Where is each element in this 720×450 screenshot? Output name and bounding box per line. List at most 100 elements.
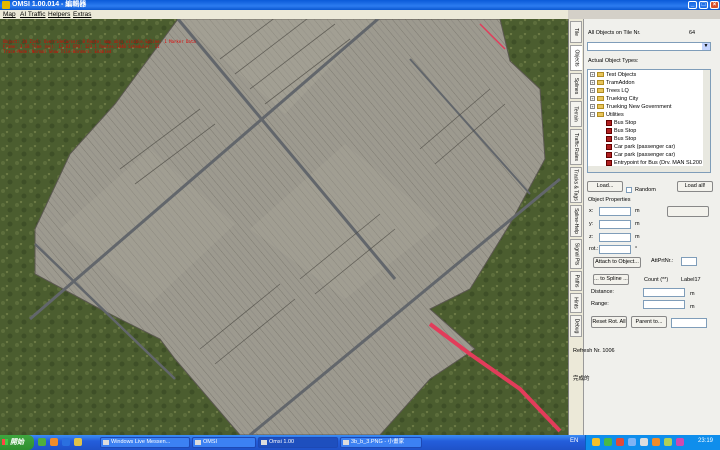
rot-label: rot.:: [589, 246, 599, 252]
y-input[interactable]: [599, 220, 631, 229]
menu-ai-traffic[interactable]: AI Traffic: [20, 10, 46, 19]
all-objects-label: All Objects on Tile Nr.: [588, 30, 641, 36]
tree-item[interactable]: Bus Stop: [606, 119, 636, 127]
explorer-icon[interactable]: [74, 438, 82, 446]
refresh-counter: Refresh Nr. 1006: [573, 348, 615, 354]
task-paint[interactable]: 3b_b_3.PNG - 小畫家: [340, 437, 422, 448]
tray-icon[interactable]: [664, 438, 672, 446]
tab-splines[interactable]: Splines: [570, 73, 582, 99]
menu-extras[interactable]: Extras: [73, 10, 91, 19]
random-checkbox[interactable]: [626, 187, 632, 193]
object-properties-label: Object Properties: [588, 197, 631, 203]
tile-object-count: 64: [689, 30, 696, 36]
debug-line: Trace-Mode: Normal Show Tile-Borders: En…: [3, 49, 112, 54]
load-all-button[interactable]: Load all!: [677, 181, 713, 192]
unit-label: m: [690, 304, 695, 310]
tab-spline-help[interactable]: Spline-Help: [570, 205, 582, 237]
tray-icon[interactable]: [604, 438, 612, 446]
folder-icon: [597, 80, 604, 86]
tab-hints[interactable]: Hints: [570, 293, 582, 313]
tree-item[interactable]: Bus Stop: [606, 135, 636, 143]
color-preview-button[interactable]: [667, 206, 709, 217]
clock[interactable]: 23:19: [698, 438, 713, 444]
map-viewport[interactable]: Object: 34 Ziel: OverrideCursor: 0 Route…: [0, 19, 568, 435]
to-spline-button[interactable]: ... to Spline ...: [593, 274, 629, 285]
tray-icon[interactable]: [616, 438, 624, 446]
att-prt-input[interactable]: [681, 257, 697, 266]
maximize-button[interactable]: □: [699, 1, 708, 9]
tree-item[interactable]: − Utilities: [590, 111, 624, 119]
distance-input[interactable]: [643, 288, 685, 297]
parent-to-button[interactable]: Parent to...: [631, 316, 667, 328]
tree-item[interactable]: Car park (passenger car): [606, 151, 675, 159]
chevron-down-icon[interactable]: ▼: [702, 43, 710, 50]
language-indicator[interactable]: EN: [570, 438, 578, 444]
tab-traffic-rules[interactable]: Traffic Rules: [570, 129, 582, 165]
messenger-icon: [103, 440, 109, 445]
x-input[interactable]: [599, 207, 631, 216]
tree-item[interactable]: + Trees LQ: [590, 87, 629, 95]
side-tab-strip: Tile Objects Splines Terrain Traffic Rul…: [569, 19, 584, 435]
objects-on-tile-dropdown[interactable]: ▼: [587, 42, 711, 51]
menu-helpers[interactable]: Helpers: [48, 10, 70, 19]
tree-vertical-scrollbar[interactable]: [703, 70, 710, 172]
att-prt-label: AttPrtNr.:: [651, 258, 674, 264]
folder-icon: [597, 72, 604, 78]
rot-input[interactable]: [599, 245, 631, 254]
omsi-app-icon: [2, 1, 10, 9]
start-button[interactable]: 開始: [0, 435, 34, 450]
desktop-icon[interactable]: [38, 438, 46, 446]
tray-icon[interactable]: [676, 438, 684, 446]
tab-signal-pts[interactable]: Signal Pts: [570, 239, 582, 269]
tree-item[interactable]: + Trueking City: [590, 95, 638, 103]
tray-icon[interactable]: [640, 438, 648, 446]
ie-icon[interactable]: [62, 438, 70, 446]
menu-bar: Map AI Traffic Helpers Extras: [0, 10, 568, 19]
bus-stop-icon: [606, 127, 612, 134]
status-done: 完成的: [573, 376, 590, 382]
object-type-tree[interactable]: + Test Objects + TramAddon + Trees LQ + True…: [587, 69, 711, 173]
tray-icon[interactable]: [628, 438, 636, 446]
unit-label: m: [635, 208, 640, 214]
firefox-icon[interactable]: [50, 438, 58, 446]
range-input[interactable]: [643, 300, 685, 309]
folder-icon: [195, 440, 201, 445]
minimize-button[interactable]: _: [688, 1, 697, 9]
bus-stop-icon: [606, 135, 612, 142]
task-omsi-editor[interactable]: Omsi 1.00: [258, 437, 338, 448]
load-button[interactable]: Load...: [587, 181, 623, 192]
label17: Label17: [681, 277, 701, 283]
parent-input[interactable]: [671, 318, 707, 328]
tree-item[interactable]: + Trueking New Government: [590, 103, 672, 111]
tree-item[interactable]: Bus Stop: [606, 127, 636, 135]
close-button[interactable]: ×: [710, 1, 719, 9]
range-label: Range:: [591, 301, 609, 307]
tab-tracks-tags[interactable]: Tracks & Tags: [570, 167, 582, 203]
tab-tile[interactable]: Tile: [570, 21, 582, 43]
tray-icon[interactable]: [592, 438, 600, 446]
folder-icon: [597, 88, 604, 94]
tree-item[interactable]: + TramAddon: [590, 79, 635, 87]
tree-horizontal-scrollbar[interactable]: [588, 166, 703, 172]
window-title: OMSI 1.00.014 - 編輯器: [12, 1, 87, 8]
taskbar: 開始 Windows Live Messen... OMSI Omsi 1.00…: [0, 435, 720, 450]
tab-paths[interactable]: Paths: [570, 271, 582, 291]
tree-item[interactable]: Car park (passenger car): [606, 143, 675, 151]
editor-side-panel: Tile Objects Splines Terrain Traffic Rul…: [568, 19, 720, 435]
tab-terrain[interactable]: Terrain: [570, 101, 582, 127]
reset-rot-all-button[interactable]: Reset Rot. All: [591, 316, 627, 328]
menu-map[interactable]: Map: [3, 10, 16, 19]
tab-objects[interactable]: Objects: [570, 45, 582, 71]
unit-deg-label: °: [635, 246, 638, 252]
z-input[interactable]: [599, 233, 631, 242]
unit-label: m: [635, 234, 640, 240]
distance-label: Distance:: [591, 289, 614, 295]
task-omsi[interactable]: OMSI: [192, 437, 256, 448]
attach-to-object-button[interactable]: Attach to Object...: [593, 257, 641, 268]
tree-item[interactable]: + Test Objects: [590, 71, 636, 79]
tray-icon[interactable]: [652, 438, 660, 446]
tab-debug[interactable]: Debug: [570, 315, 582, 337]
task-messenger[interactable]: Windows Live Messen...: [100, 437, 190, 448]
bus-stop-icon: [606, 119, 612, 126]
folder-icon: [597, 112, 604, 118]
